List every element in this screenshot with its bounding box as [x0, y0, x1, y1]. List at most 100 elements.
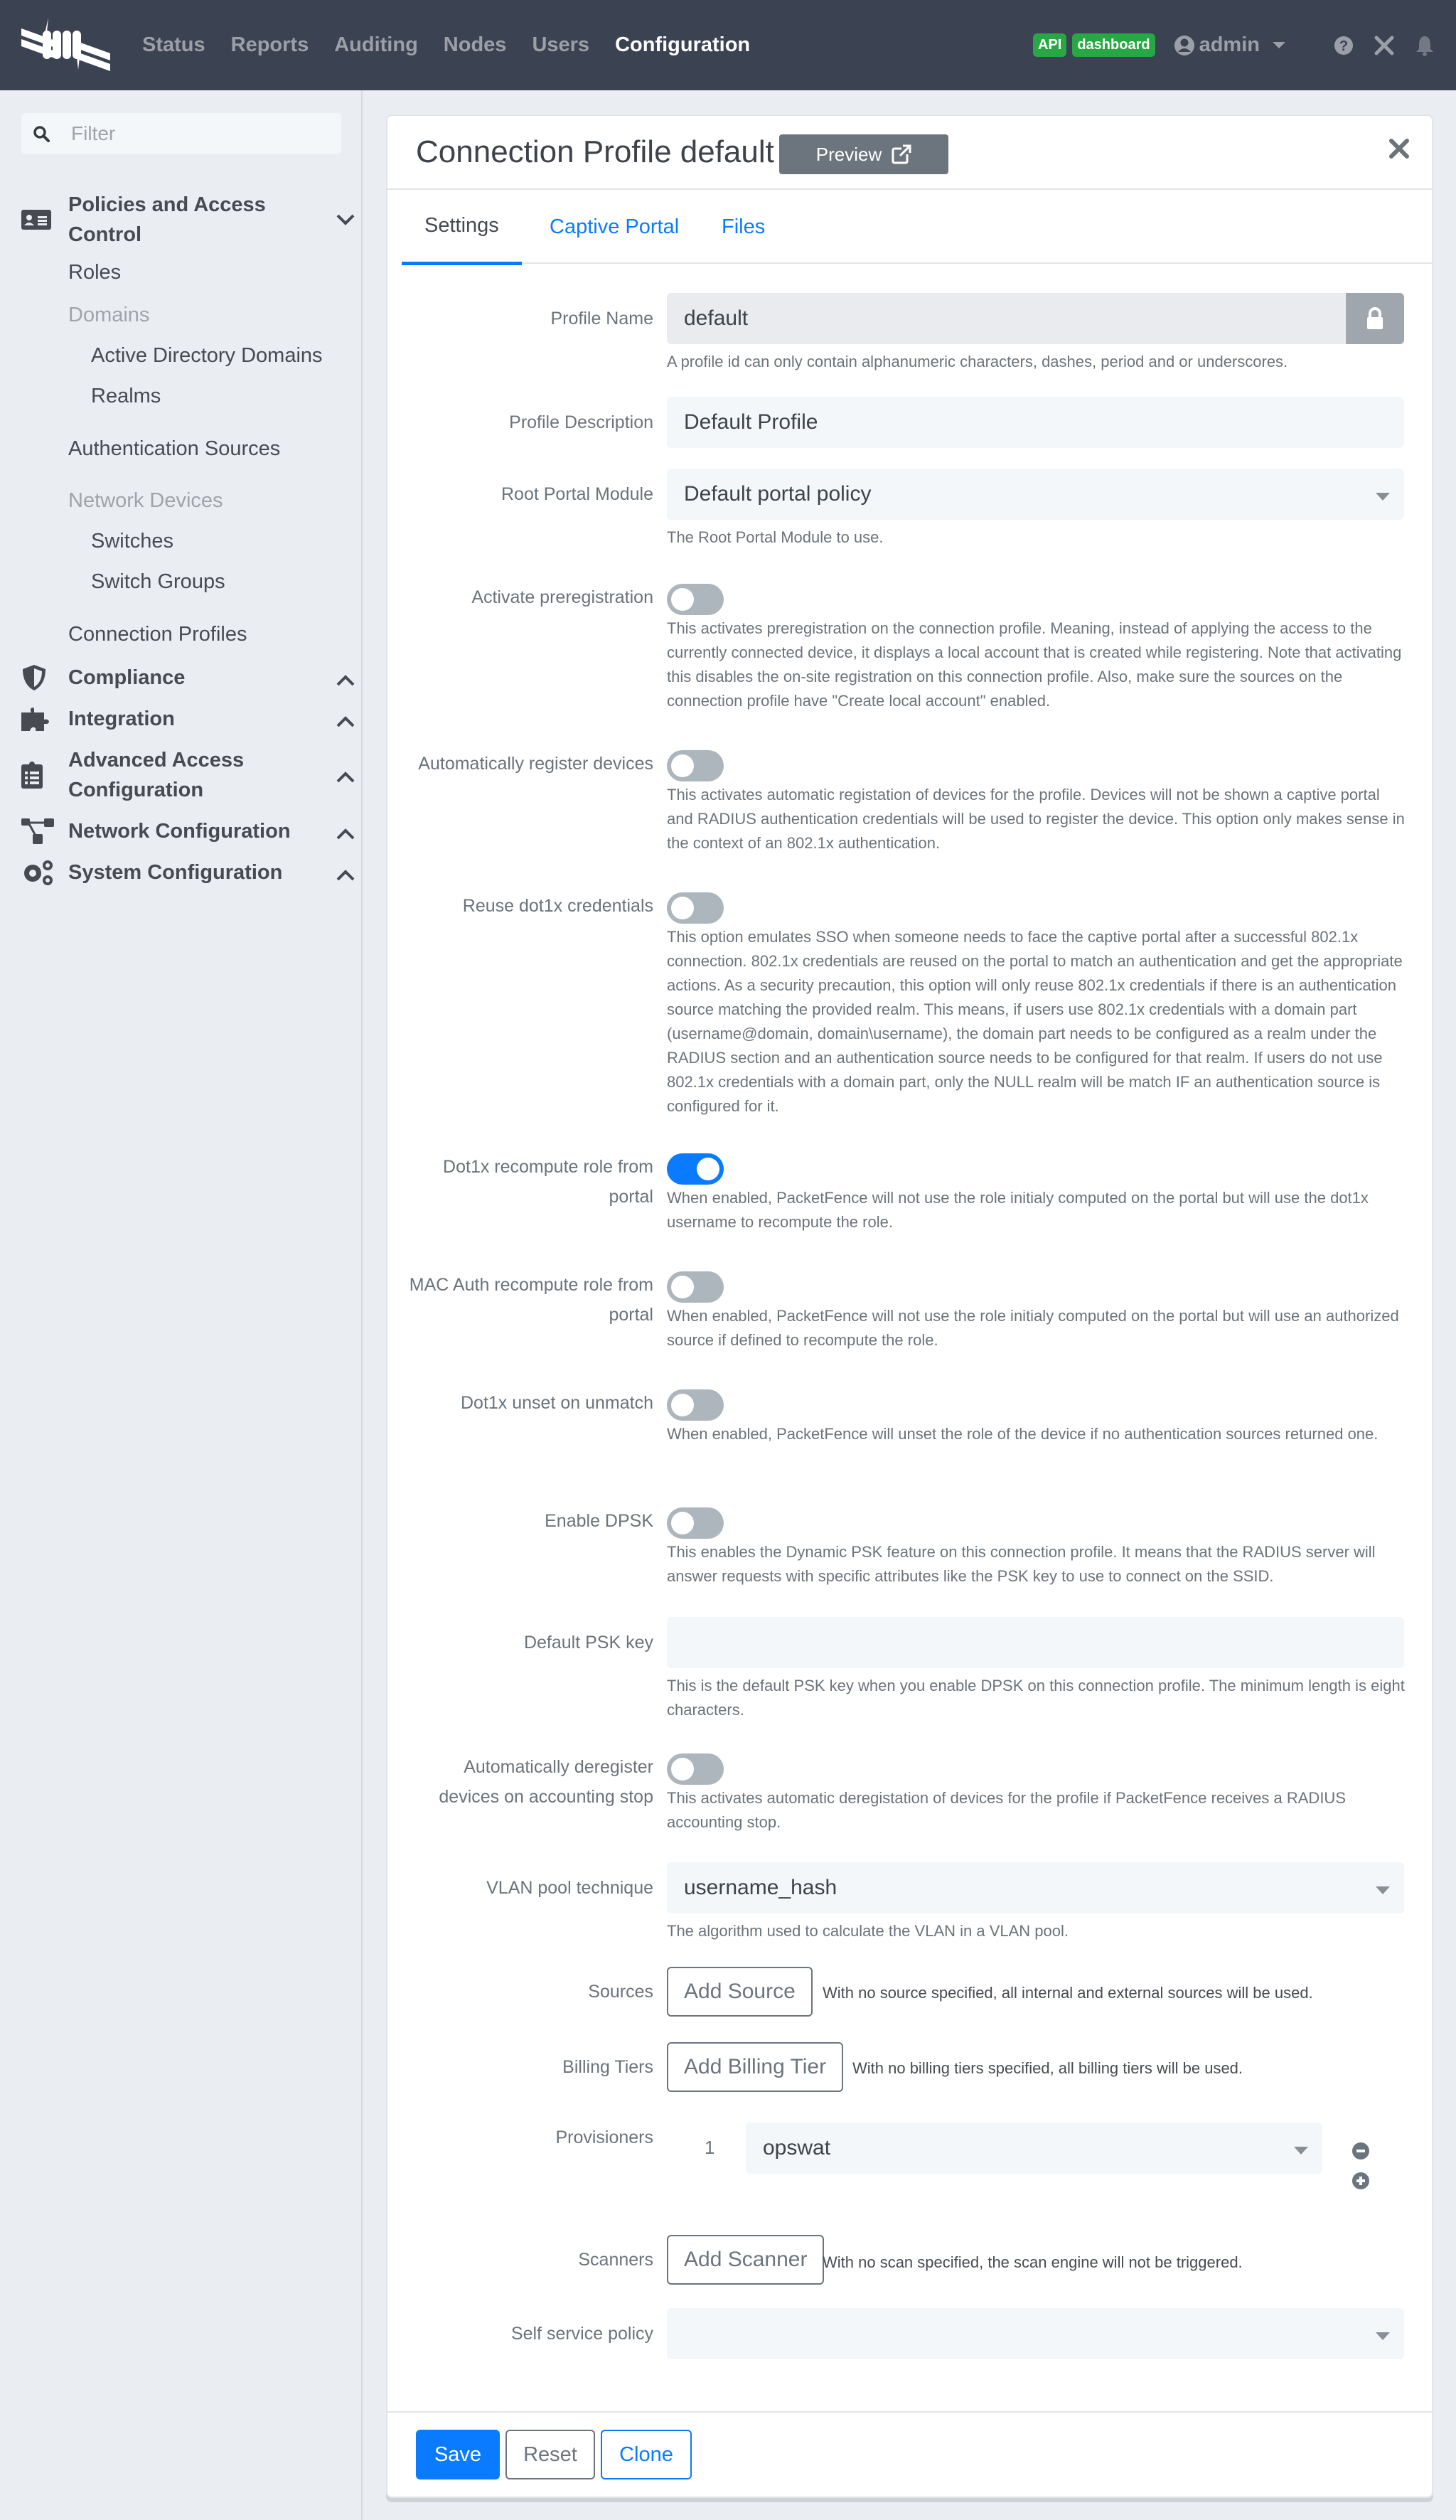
auto-register-toggle[interactable]	[667, 750, 724, 781]
packetfence-logo-icon[interactable]	[21, 18, 110, 71]
dot1x-unset-label: Dot1x unset on unmatch	[461, 1393, 653, 1413]
root-portal-module-value: Default portal policy	[684, 482, 872, 506]
enable-dpsk-label: Enable DPSK	[545, 1511, 653, 1531]
add-billing-tier-button[interactable]: Add Billing Tier	[667, 2042, 844, 2092]
sidebar-heading-network-devices: Network Devices	[68, 489, 223, 512]
enable-dpsk-toggle[interactable]	[667, 1507, 724, 1539]
sources-help: With no source specified, all internal a…	[823, 1984, 1313, 2002]
external-link-icon	[892, 144, 912, 164]
mac-auth-recompute-label: MAC Auth recompute role from portal	[409, 1275, 653, 1325]
chevron-up-icon	[336, 828, 355, 840]
dashboard-badge[interactable]: dashboard	[1072, 33, 1155, 57]
nav-configuration[interactable]: Configuration	[615, 33, 750, 57]
user-menu[interactable]: admin	[1174, 33, 1285, 57]
sidebar-item-switch-groups[interactable]: Switch Groups	[91, 570, 225, 594]
tools-icon[interactable]	[1374, 35, 1395, 56]
tab-files[interactable]: Files	[699, 190, 788, 264]
dot1x-recompute-toggle[interactable]	[667, 1153, 724, 1185]
nav-auditing[interactable]: Auditing	[334, 33, 418, 57]
sidebar: Policies and Access Control Roles Domain…	[0, 90, 363, 2520]
mac-auth-recompute-toggle[interactable]	[667, 1271, 724, 1303]
filter-input[interactable]	[71, 122, 327, 145]
auto-deregister-label: Automatically deregister devices on acco…	[439, 1757, 653, 1807]
sidebar-group-policies[interactable]: Policies and Access Control	[21, 190, 355, 250]
self-service-label: Self service policy	[510, 2324, 653, 2344]
sidebar-group-network-config[interactable]: Network Configuration	[21, 816, 355, 846]
sidebar-group-label: Network Configuration	[68, 820, 291, 843]
dot1x-unset-help: When enabled, PacketFence will unset the…	[667, 1425, 1379, 1443]
root-portal-module-select[interactable]: Default portal policy	[667, 469, 1404, 520]
reset-button[interactable]: Reset	[505, 2430, 595, 2479]
sidebar-item-connection-profiles[interactable]: Connection Profiles	[68, 623, 247, 646]
puzzle-icon	[21, 705, 57, 732]
lock-button[interactable]	[1346, 293, 1404, 344]
provisioners-label: Provisioners	[555, 2127, 653, 2147]
dot1x-recompute-help: When enabled, PacketFence will not use t…	[667, 1189, 1369, 1231]
api-badge[interactable]: API	[1033, 33, 1067, 57]
sidebar-group-integration[interactable]: Integration	[21, 704, 355, 734]
clipboard-list-icon	[21, 762, 57, 789]
sidebar-group-label: Advanced Access Configuration	[68, 749, 245, 801]
root-portal-module-help: The Root Portal Module to use.	[667, 528, 884, 546]
sidebar-item-roles[interactable]: Roles	[68, 261, 121, 284]
sidebar-group-compliance[interactable]: Compliance	[21, 663, 355, 693]
nav-reports[interactable]: Reports	[231, 33, 309, 57]
user-circle-icon	[1174, 35, 1194, 55]
sidebar-item-ad-domains[interactable]: Active Directory Domains	[91, 344, 323, 368]
sidebar-group-system-config[interactable]: System Configuration	[21, 858, 355, 887]
caret-down-icon	[1376, 2332, 1390, 2340]
vlan-pool-select[interactable]: username_hash	[667, 1862, 1404, 1913]
tab-settings[interactable]: Settings	[402, 190, 522, 265]
reuse-dot1x-help: This option emulates SSO when someone ne…	[667, 928, 1403, 1115]
scanners-label: Scanners	[578, 2250, 653, 2270]
self-service-select[interactable]	[667, 2308, 1404, 2359]
shield-icon	[21, 664, 57, 691]
nav-users[interactable]: Users	[532, 33, 589, 57]
sidebar-item-switches[interactable]: Switches	[91, 530, 173, 553]
sidebar-group-advanced-access[interactable]: Advanced Access Configuration	[21, 745, 355, 805]
reuse-dot1x-toggle[interactable]	[667, 892, 724, 924]
caret-down-icon	[1376, 493, 1390, 501]
caret-down-icon	[1294, 2147, 1308, 2155]
default-psk-input[interactable]	[667, 1617, 1404, 1668]
sidebar-group-label: Integration	[68, 708, 175, 730]
preregistration-label: Activate preregistration	[471, 587, 653, 607]
add-scanner-button[interactable]: Add Scanner	[667, 2235, 825, 2285]
tab-captive-portal[interactable]: Captive Portal	[527, 190, 702, 264]
profile-name-help: A profile id can only contain alphanumer…	[667, 353, 1288, 370]
tabs: Settings Captive Portal Files	[402, 190, 1433, 265]
mac-auth-recompute-help: When enabled, PacketFence will not use t…	[667, 1307, 1399, 1349]
user-name: admin	[1199, 33, 1260, 56]
vlan-pool-help: The algorithm used to calculate the VLAN…	[667, 1922, 1069, 1940]
bell-icon[interactable]	[1415, 35, 1435, 56]
sitemap-icon	[21, 818, 57, 844]
help-icon[interactable]: ?	[1334, 36, 1354, 55]
dot1x-unset-toggle[interactable]	[667, 1389, 724, 1421]
nav-status[interactable]: Status	[142, 33, 205, 57]
remove-circle-icon[interactable]	[1352, 2142, 1369, 2159]
close-icon[interactable]	[1388, 137, 1410, 160]
sidebar-item-realms[interactable]: Realms	[91, 385, 161, 408]
chevron-up-icon	[336, 870, 355, 881]
auto-register-help: This activates automatic registation of …	[667, 786, 1405, 852]
nav-nodes[interactable]: Nodes	[444, 33, 507, 57]
enable-dpsk-help: This enables the Dynamic PSK feature on …	[667, 1543, 1376, 1585]
profile-description-input[interactable]: Default Profile	[667, 397, 1404, 448]
auto-deregister-toggle[interactable]	[667, 1753, 724, 1785]
caret-down-icon	[1376, 1886, 1390, 1894]
provisioner-select[interactable]: opswat	[746, 2123, 1322, 2174]
add-circle-icon[interactable]	[1352, 2172, 1369, 2189]
clone-button[interactable]: Clone	[601, 2430, 692, 2479]
svg-text:?: ?	[1339, 38, 1348, 54]
add-source-button[interactable]: Add Source	[667, 1967, 813, 2017]
save-button[interactable]: Save	[416, 2430, 500, 2479]
sidebar-item-auth-sources[interactable]: Authentication Sources	[68, 437, 280, 461]
connection-profile-card: Connection Profile default Preview Setti…	[386, 114, 1433, 2498]
preregistration-toggle[interactable]	[667, 584, 724, 615]
chevron-down-icon	[336, 214, 355, 225]
profile-name-input[interactable]: default	[667, 293, 1346, 344]
sidebar-group-label: Compliance	[68, 666, 186, 689]
preview-button[interactable]: Preview	[779, 134, 948, 174]
sidebar-group-label: Policies and Access Control	[68, 193, 266, 246]
auto-register-label: Automatically register devices	[418, 754, 653, 774]
